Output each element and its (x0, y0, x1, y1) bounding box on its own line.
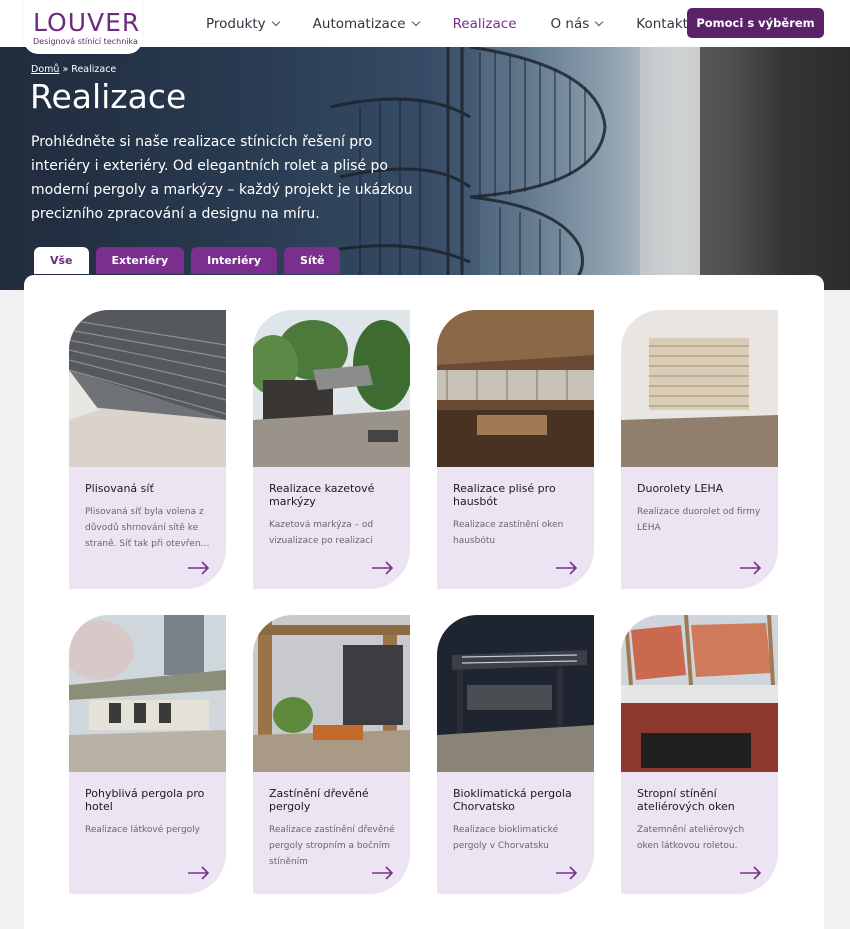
chevron-down-icon (271, 17, 280, 27)
card-title: Stropní stínění ateliérových oken (637, 787, 735, 813)
realization-card[interactable]: Pohyblivá pergola pro hotel Realizace lá… (69, 615, 226, 894)
card-description: Realizace zastínění oken hausbótu (453, 520, 564, 546)
card-photo (69, 615, 226, 772)
card-photo (253, 310, 410, 467)
nav-item-realizace[interactable]: Realizace (453, 16, 517, 32)
card-description: Realizace duorolet od firmy LEHA (637, 507, 761, 533)
logo[interactable]: LOUVER Designová stínící technika (24, 0, 142, 54)
arrow-right-icon (556, 561, 578, 575)
realization-card[interactable]: Plisovaná síť Plisovaná síť byla volena … (69, 310, 226, 589)
help-choose-button[interactable]: Pomoci s výběrem (687, 8, 824, 38)
card-photo (437, 310, 594, 467)
card-title: Pohyblivá pergola pro hotel (85, 787, 205, 813)
nav-label: Kontakt (636, 15, 688, 32)
realization-card[interactable]: Realizace plisé pro hausbót Realizace za… (437, 310, 594, 589)
realization-card[interactable]: Stropní stínění ateliérových oken Zatemn… (621, 615, 778, 894)
arrow-right-icon (556, 866, 578, 880)
nav-label: Produkty (206, 15, 266, 32)
chevron-down-icon (411, 17, 420, 27)
card-photo (621, 310, 778, 467)
card-description: Realizace látkové pergoly (85, 825, 200, 835)
nav-label: O nás (550, 15, 590, 32)
tab-site[interactable]: Sítě (284, 247, 341, 274)
card-description: Kazetová markýza – od vizualizace po rea… (269, 520, 374, 546)
card-title: Realizace plisé pro hausbót (453, 482, 556, 508)
arrow-right-icon (372, 561, 394, 575)
breadcrumb-current: Realizace (71, 64, 117, 75)
arrow-right-icon (740, 561, 762, 575)
page-intro: Prohlédněte si naše realizace stínicích … (31, 134, 413, 222)
tab-vse[interactable]: Vše (34, 247, 89, 274)
main-nav: Produkty Automatizace Realizace O nás Ko… (206, 0, 722, 47)
card-photo (69, 310, 226, 467)
realization-card[interactable]: Zastínění dřevěné pergoly Realizace zast… (253, 615, 410, 894)
realizations-grid: Plisovaná síť Plisovaná síť byla volena … (24, 275, 824, 929)
card-title: Duorolety LEHA (637, 482, 724, 495)
logo-wordmark: LOUVER (33, 8, 141, 37)
realization-card[interactable]: Realizace kazetové markýzy Kazetová mark… (253, 310, 410, 589)
breadcrumb: Domů » Realizace (31, 64, 116, 75)
breadcrumb-separator: » (62, 64, 69, 75)
arrow-right-icon (188, 561, 210, 575)
arrow-right-icon (372, 866, 394, 880)
chevron-down-icon (595, 17, 604, 27)
card-photo (621, 615, 778, 772)
card-title: Bioklimatická pergola Chorvatsko (453, 787, 572, 813)
nav-label: Automatizace (312, 15, 406, 32)
tab-interiery[interactable]: Interiéry (191, 247, 278, 274)
card-description: Zatemnění ateliérových oken látkovou rol… (637, 825, 745, 851)
nav-item-o-nas[interactable]: O nás (550, 15, 604, 32)
nav-item-produkty[interactable]: Produkty (206, 15, 280, 32)
nav-label: Realizace (452, 15, 517, 32)
card-title: Realizace kazetové markýzy (269, 482, 375, 508)
breadcrumb-home-link[interactable]: Domů (31, 64, 59, 75)
card-description: Realizace zastínění dřevěné pergoly stro… (269, 825, 395, 867)
card-title: Zastínění dřevěné pergoly (269, 787, 369, 813)
filter-tabs: Vše Exteriéry Interiéry Sítě (34, 247, 347, 274)
card-photo (253, 615, 410, 772)
nav-item-automatizace[interactable]: Automatizace (312, 15, 420, 32)
tab-exteriery[interactable]: Exteriéry (95, 247, 185, 274)
arrow-right-icon (740, 866, 762, 880)
nav-item-kontakt[interactable]: Kontakt (636, 16, 688, 32)
card-description: Realizace bioklimatické pergoly v Chorva… (453, 825, 559, 851)
page-title: Realizace (30, 77, 187, 116)
card-title: Plisovaná síť (85, 482, 154, 495)
realization-card[interactable]: Bioklimatická pergola Chorvatsko Realiza… (437, 615, 594, 894)
card-description: Plisovaná síť byla volena z důvodů shrno… (85, 507, 210, 549)
realization-card[interactable]: Duorolety LEHA Realizace duorolet od fir… (621, 310, 778, 589)
card-photo (437, 615, 594, 772)
logo-tagline: Designová stínící technika (33, 37, 138, 46)
arrow-right-icon (188, 866, 210, 880)
